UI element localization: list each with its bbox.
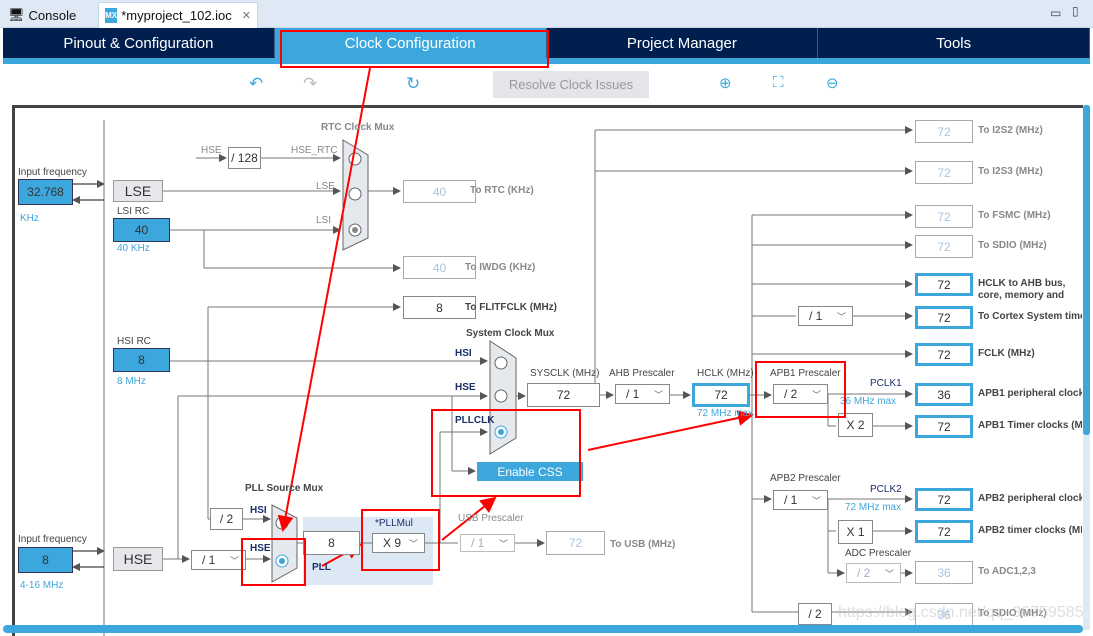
- chevron-down-icon: ﹀: [884, 568, 894, 579]
- apb2-prescaler-select[interactable]: / 1 ﹀: [773, 490, 828, 510]
- lse-frequency-input[interactable]: 32.768: [18, 179, 73, 205]
- hclk-input[interactable]: 72: [692, 383, 750, 407]
- output-label: APB1 Timer clocks (MHz): [978, 420, 1082, 431]
- hsi-pll-divider: / 2: [210, 508, 243, 530]
- output-label: To I2S2 (MHz): [978, 125, 1043, 136]
- annotation-clock-tab: [280, 30, 549, 68]
- pll-hsi-radio[interactable]: [275, 516, 289, 530]
- annotation-enable-css: [431, 409, 581, 497]
- output-value: 72: [915, 161, 973, 184]
- rtc-lse-radio[interactable]: [348, 187, 362, 201]
- lsi-value: 40: [113, 218, 170, 242]
- apb2-timer-multiplier: X 1: [838, 520, 873, 544]
- output-value[interactable]: 72: [915, 343, 973, 366]
- output-label: FCLK (MHz): [978, 348, 1035, 359]
- chevron-down-icon: ﹀: [498, 538, 508, 549]
- output-value: 72: [915, 205, 973, 228]
- watermark: https://blog.csdn.net/qq_36759585: [838, 604, 1084, 621]
- hse-frequency-input[interactable]: 8: [18, 547, 73, 573]
- rtc-output: 40: [403, 180, 476, 203]
- chevron-down-icon: ﹀: [811, 495, 821, 506]
- output-label: APB1 peripheral clocks (MHz): [978, 388, 1082, 399]
- output-label: APB2 timer clocks (MHz): [978, 525, 1082, 536]
- sys-hsi-radio[interactable]: [494, 356, 508, 370]
- usb-prescaler-select[interactable]: / 1 ﹀: [460, 534, 515, 552]
- annotation-apb1: [755, 361, 846, 418]
- chevron-down-icon: ﹀: [653, 389, 663, 400]
- output-value[interactable]: 36: [915, 383, 973, 406]
- output-label: To FSMC (MHz): [978, 210, 1051, 221]
- hse-block: HSE: [113, 547, 163, 571]
- sysclk-value[interactable]: 72: [527, 383, 600, 407]
- annotation-pll-hse: [241, 538, 306, 586]
- usb-output: 72: [546, 531, 605, 555]
- sys-hse-radio[interactable]: [494, 389, 508, 403]
- output-label: To SDIO (MHz): [978, 240, 1047, 251]
- output-value[interactable]: 72: [915, 488, 973, 511]
- sdio-divider: / 2: [798, 603, 832, 625]
- adc-prescaler-select[interactable]: / 2 ﹀: [846, 563, 901, 583]
- output-label: HCLK to AHB bus, core, memory and DMA (M…: [978, 278, 1066, 301]
- annotation-pllmul: [361, 509, 440, 571]
- chevron-down-icon: ﹀: [229, 555, 239, 566]
- cortex-timer-divider-select[interactable]: / 1 ﹀: [798, 306, 853, 326]
- hse-prediv-select[interactable]: / 1 ﹀: [191, 550, 246, 570]
- output-value: 36: [915, 561, 973, 584]
- output-label: To ADC1,2,3: [978, 566, 1036, 577]
- output-label: To Cortex System timer (MHz): [978, 311, 1082, 322]
- output-value[interactable]: 72: [915, 273, 973, 296]
- output-label: APB2 peripheral clocks (MHz): [978, 493, 1082, 504]
- output-value[interactable]: 72: [915, 520, 973, 543]
- output-value[interactable]: 72: [915, 415, 973, 438]
- rtc-hse-divider: / 128: [228, 147, 261, 169]
- rtc-hse-radio[interactable]: [348, 152, 362, 166]
- vertical-scrollbar[interactable]: [1083, 105, 1090, 435]
- output-value: 72: [915, 120, 973, 143]
- pll-input-value: 8: [303, 531, 360, 555]
- output-value[interactable]: 72: [915, 306, 973, 329]
- output-value: 72: [915, 235, 973, 258]
- output-label: To I2S3 (MHz): [978, 166, 1043, 177]
- ahb-prescaler-select[interactable]: / 1 ﹀: [615, 384, 670, 404]
- chevron-down-icon: ﹀: [836, 311, 846, 322]
- hsi-value: 8: [113, 348, 170, 372]
- horizontal-scrollbar[interactable]: [3, 625, 1083, 633]
- lse-block: LSE: [113, 180, 163, 202]
